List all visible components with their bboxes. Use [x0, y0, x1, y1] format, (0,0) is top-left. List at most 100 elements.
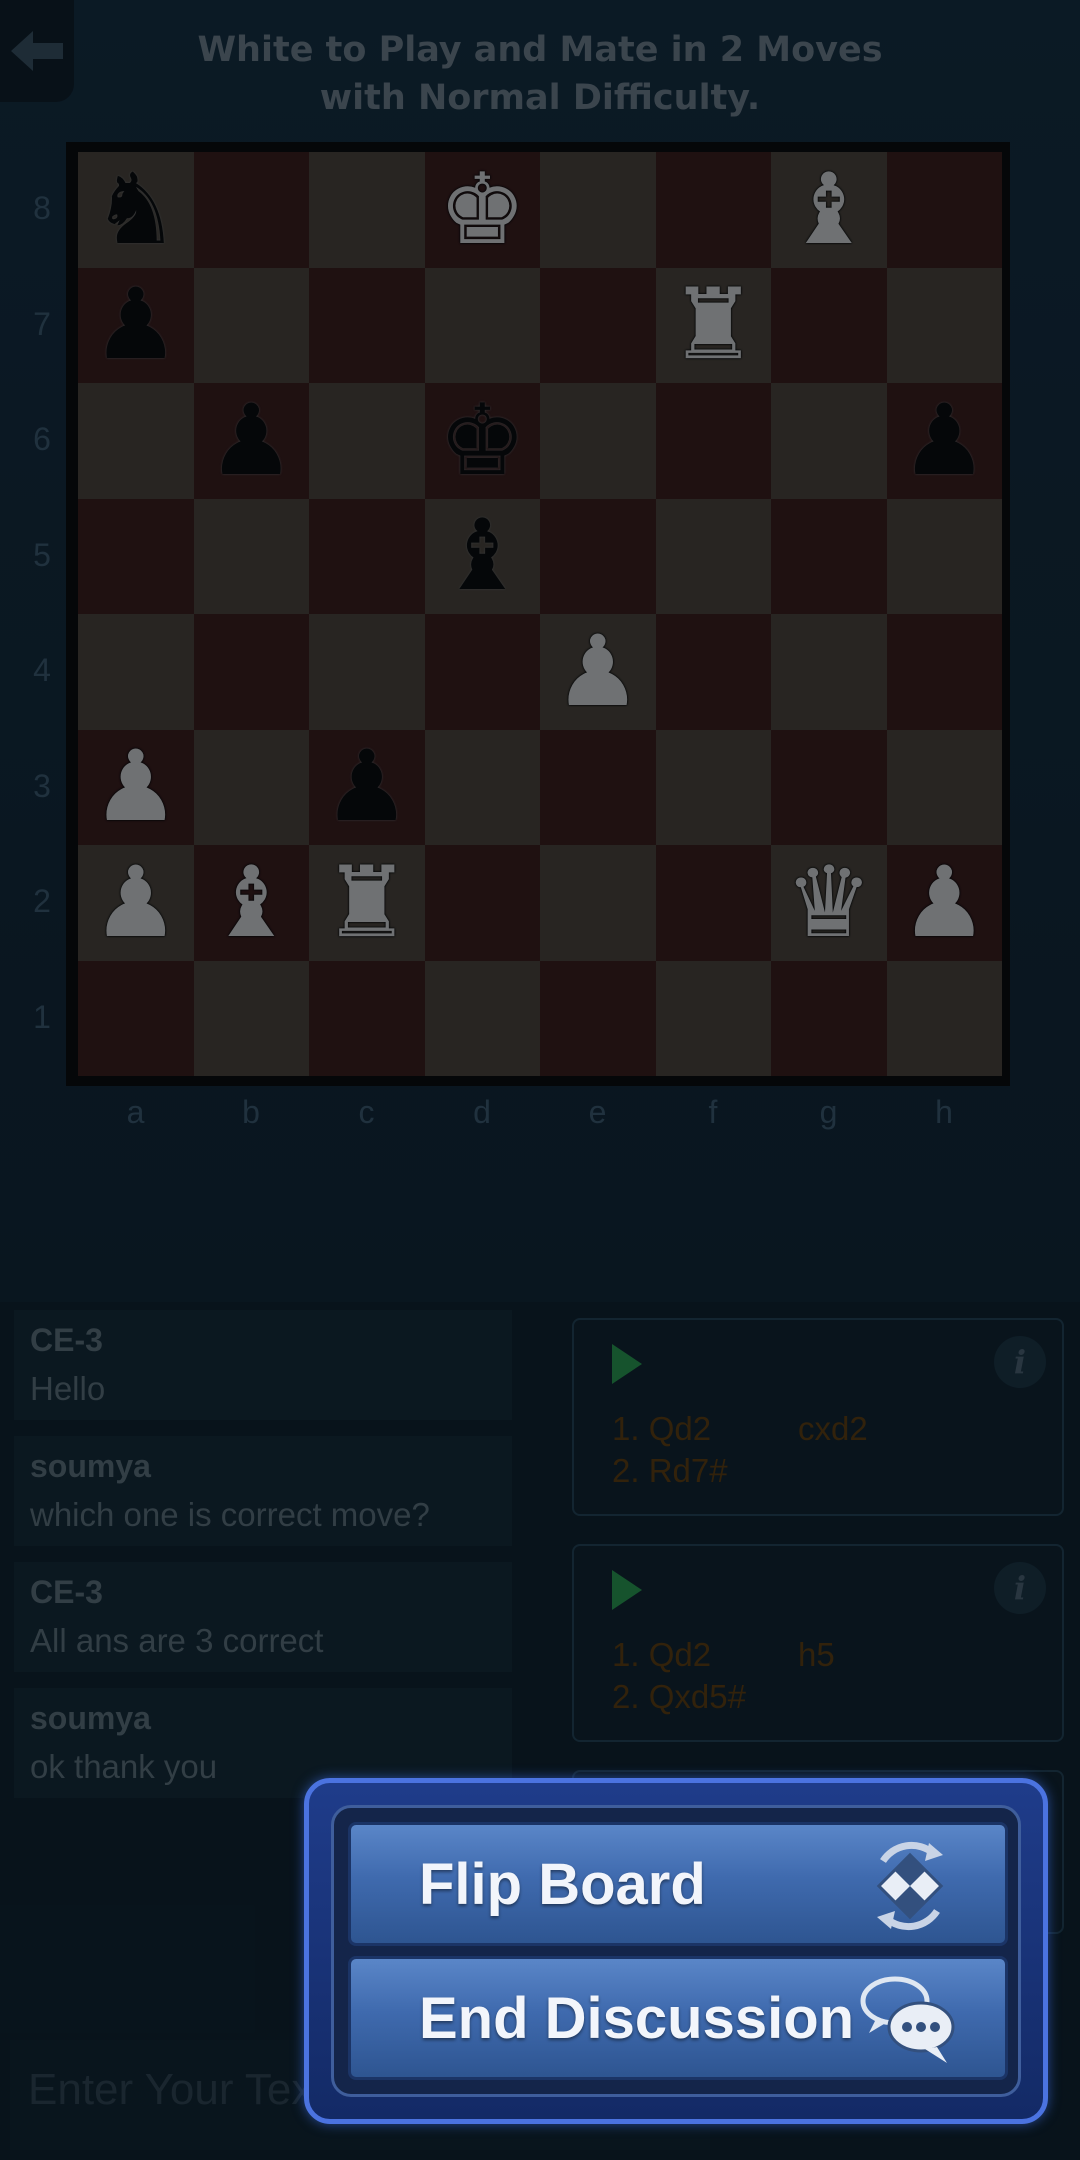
board-square-f6[interactable] [655, 383, 771, 499]
board-square-c7[interactable] [309, 267, 425, 383]
board-square-c1[interactable] [309, 960, 425, 1076]
board-square-a5[interactable] [78, 498, 194, 614]
white-bishop-icon[interactable]: ♝ [785, 161, 873, 259]
board-square-b3[interactable] [193, 729, 309, 845]
board-square-a6[interactable] [78, 383, 194, 499]
board-square-g5[interactable] [771, 498, 887, 614]
play-icon[interactable] [610, 1342, 644, 1386]
board-square-e7[interactable] [540, 267, 656, 383]
board-square-h6[interactable]: ♟ [886, 383, 1002, 499]
black-pawn-icon[interactable]: ♟ [92, 276, 180, 374]
board-square-h2[interactable]: ♟ [886, 845, 1002, 961]
board-square-e5[interactable] [540, 498, 656, 614]
board-square-g6[interactable] [771, 383, 887, 499]
board-square-d3[interactable] [424, 729, 540, 845]
white-pawn-icon[interactable]: ♟ [554, 623, 642, 721]
board-square-g1[interactable] [771, 960, 887, 1076]
board-square-f8[interactable] [655, 152, 771, 268]
board-square-a7[interactable]: ♟ [78, 267, 194, 383]
board-square-b1[interactable] [193, 960, 309, 1076]
white-king-icon[interactable]: ♚ [438, 161, 526, 259]
board-square-a3[interactable]: ♟ [78, 729, 194, 845]
board-square-e6[interactable] [540, 383, 656, 499]
board-square-f1[interactable] [655, 960, 771, 1076]
black-knight-icon[interactable]: ♞ [92, 161, 180, 259]
board-square-f7[interactable]: ♜ [655, 267, 771, 383]
white-pawn-icon[interactable]: ♟ [900, 854, 988, 952]
white-rook-icon[interactable]: ♜ [323, 854, 411, 952]
white-bishop-icon[interactable]: ♝ [207, 854, 295, 952]
move-black: h5 [798, 1636, 835, 1673]
end-discussion-button[interactable]: End Discussion [348, 1956, 1008, 2080]
move-white: 1. Qd2 [612, 1410, 712, 1447]
board-square-f2[interactable] [655, 845, 771, 961]
board-square-d1[interactable] [424, 960, 540, 1076]
options-popup: Flip Board End Discussion [304, 1778, 1048, 2124]
board-square-h1[interactable] [886, 960, 1002, 1076]
info-icon[interactable]: i [994, 1336, 1046, 1388]
board-square-c2[interactable]: ♜ [309, 845, 425, 961]
board-square-b6[interactable]: ♟ [193, 383, 309, 499]
rank-label: 6 [33, 421, 51, 457]
board-square-h4[interactable] [886, 614, 1002, 730]
board-square-d2[interactable] [424, 845, 540, 961]
black-bishop-icon[interactable]: ♝ [438, 507, 526, 605]
board-square-b4[interactable] [193, 614, 309, 730]
board-square-e2[interactable] [540, 845, 656, 961]
flip-board-button[interactable]: Flip Board [348, 1822, 1008, 1946]
chess-board[interactable]: ♞ ♚ ♝ ♟ ♜ ♟ ♚ ♟ ♝ ♟ ♟ ♟ ♟ ♝ ♜ ♛ ♟ [78, 152, 1002, 1076]
board-square-e3[interactable] [540, 729, 656, 845]
board-square-a8[interactable]: ♞ [78, 152, 194, 268]
board-square-g2[interactable]: ♛ [771, 845, 887, 961]
board-square-f3[interactable] [655, 729, 771, 845]
board-square-h3[interactable] [886, 729, 1002, 845]
board-square-h5[interactable] [886, 498, 1002, 614]
board-square-c3[interactable]: ♟ [309, 729, 425, 845]
black-pawn-icon[interactable]: ♟ [207, 392, 295, 490]
board-square-h7[interactable] [886, 267, 1002, 383]
board-square-a4[interactable] [78, 614, 194, 730]
board-square-c8[interactable] [309, 152, 425, 268]
board-square-d6[interactable]: ♚ [424, 383, 540, 499]
board-square-c4[interactable] [309, 614, 425, 730]
play-icon[interactable] [610, 1568, 644, 1612]
board-square-d4[interactable] [424, 614, 540, 730]
board-square-e8[interactable] [540, 152, 656, 268]
white-pawn-icon[interactable]: ♟ [92, 738, 180, 836]
info-icon[interactable]: i [994, 1562, 1046, 1614]
white-pawn-icon[interactable]: ♟ [92, 854, 180, 952]
board-square-d5[interactable]: ♝ [424, 498, 540, 614]
board-square-h8[interactable] [886, 152, 1002, 268]
white-queen-icon[interactable]: ♛ [785, 854, 873, 952]
file-label: c [358, 1094, 375, 1130]
black-pawn-icon[interactable]: ♟ [900, 392, 988, 490]
board-square-g7[interactable] [771, 267, 887, 383]
back-button[interactable] [0, 0, 74, 102]
black-king-icon[interactable]: ♚ [438, 392, 526, 490]
board-square-f5[interactable] [655, 498, 771, 614]
board-square-c5[interactable] [309, 498, 425, 614]
board-square-g8[interactable]: ♝ [771, 152, 887, 268]
board-square-e4[interactable]: ♟ [540, 614, 656, 730]
board-square-e1[interactable] [540, 960, 656, 1076]
board-square-c6[interactable] [309, 383, 425, 499]
move-white: 2. Qxd5# [612, 1678, 746, 1715]
board-square-b2[interactable]: ♝ [193, 845, 309, 961]
file-label: f [708, 1094, 718, 1130]
board-square-f4[interactable] [655, 614, 771, 730]
message-text: All ans are 3 correct [30, 1622, 324, 1659]
board-square-b5[interactable] [193, 498, 309, 614]
black-pawn-icon[interactable]: ♟ [323, 738, 411, 836]
board-square-a1[interactable] [78, 960, 194, 1076]
board-square-d7[interactable] [424, 267, 540, 383]
board-square-g3[interactable] [771, 729, 887, 845]
end-discussion-label: End Discussion [419, 1986, 855, 2051]
board-square-a2[interactable]: ♟ [78, 845, 194, 961]
board-square-d8[interactable]: ♚ [424, 152, 540, 268]
board-square-g4[interactable] [771, 614, 887, 730]
message-user: CE-3 [30, 1574, 103, 1610]
board-square-b8[interactable] [193, 152, 309, 268]
popup-panel: Flip Board End Discussion [331, 1805, 1021, 2097]
white-rook-icon[interactable]: ♜ [669, 276, 757, 374]
board-square-b7[interactable] [193, 267, 309, 383]
